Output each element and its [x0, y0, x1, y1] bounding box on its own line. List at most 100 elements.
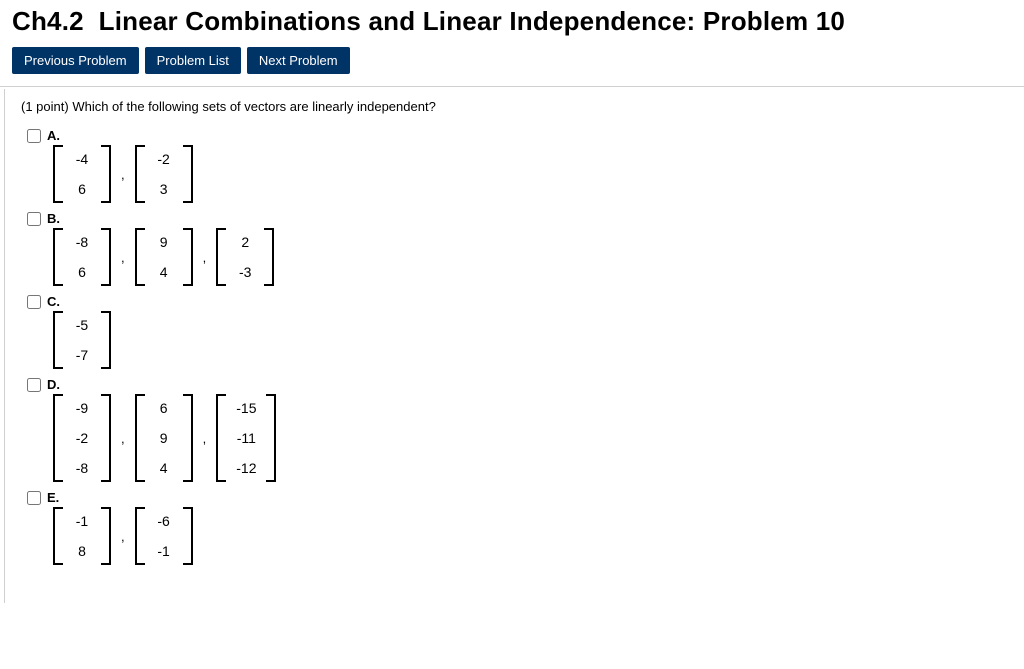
vector-separator: , [201, 431, 209, 446]
vector-entry: -3 [236, 264, 254, 280]
vector: -15 -11 -12 [216, 394, 276, 482]
vector-entry: 9 [155, 234, 173, 250]
vector-separator: , [119, 167, 127, 182]
vector-separator: , [119, 529, 127, 544]
problem-content: (1 point) Which of the following sets of… [4, 89, 1024, 603]
question-points: (1 point) [21, 99, 69, 114]
left-bracket-icon [53, 228, 63, 286]
vector-column: -8 6 [63, 228, 101, 286]
left-bracket-icon [53, 145, 63, 203]
option-checkbox[interactable] [27, 491, 41, 505]
left-bracket-icon [53, 394, 63, 482]
vector-column: -1 8 [63, 507, 101, 565]
option-checkbox[interactable] [27, 378, 41, 392]
vector-entry: -8 [73, 234, 91, 250]
vector-column: 694 [145, 394, 183, 482]
vector-column: 94 [145, 228, 183, 286]
vectors-row: -9-2-8,694,-15-11-12 [53, 394, 1008, 482]
vector-entry: 6 [73, 181, 91, 197]
vector-separator: , [201, 250, 209, 265]
vector-entry: 8 [73, 543, 91, 559]
left-bracket-icon [53, 507, 63, 565]
vector-entry: -12 [236, 460, 256, 476]
right-bracket-icon [264, 228, 274, 286]
option-block: C. -5 -7 [27, 294, 1008, 369]
left-bracket-icon [135, 394, 145, 482]
option-label: D. [47, 377, 60, 392]
left-bracket-icon [216, 228, 226, 286]
option-block: A. -4 6, -2 3 [27, 128, 1008, 203]
vector-entry: -2 [155, 151, 173, 167]
left-bracket-icon [53, 311, 63, 369]
vector-column: -2 3 [145, 145, 183, 203]
vector-column: -15 -11 -12 [226, 394, 266, 482]
option-head: C. [27, 294, 1008, 309]
vector-entry: 3 [155, 181, 173, 197]
next-problem-button[interactable]: Next Problem [247, 47, 350, 74]
vector-entry: -8 [73, 460, 91, 476]
option-block: D.-9-2-8,694,-15-11-12 [27, 377, 1008, 482]
option-label: C. [47, 294, 60, 309]
right-bracket-icon [183, 507, 193, 565]
vector: 94 [135, 228, 193, 286]
vector-column: -9 -2 -8 [63, 394, 101, 482]
previous-problem-button[interactable]: Previous Problem [12, 47, 139, 74]
option-checkbox[interactable] [27, 212, 41, 226]
vector-entry: 2 [236, 234, 254, 250]
vector: -2 3 [135, 145, 193, 203]
vector-column: -5 -7 [63, 311, 101, 369]
page-title: Ch4.2 Linear Combinations and Linear Ind… [0, 0, 1024, 47]
option-checkbox[interactable] [27, 295, 41, 309]
vector-entry: -2 [73, 430, 91, 446]
vectors-row: -5 -7 [53, 311, 1008, 369]
vector-entry: 4 [155, 264, 173, 280]
vectors-row: -4 6, -2 3 [53, 145, 1008, 203]
vector-separator: , [119, 250, 127, 265]
vector-entry: -1 [155, 543, 173, 559]
problem-list-button[interactable]: Problem List [145, 47, 241, 74]
option-block: E. -1 8, -6 -1 [27, 490, 1008, 565]
left-bracket-icon [135, 145, 145, 203]
vector-column: 2 -3 [226, 228, 264, 286]
option-head: A. [27, 128, 1008, 143]
vector-entry: -6 [155, 513, 173, 529]
vector-separator: , [119, 431, 127, 446]
option-head: E. [27, 490, 1008, 505]
left-bracket-icon [216, 394, 226, 482]
vector-entry: 9 [155, 430, 173, 446]
nav-bar: Previous Problem Problem List Next Probl… [0, 47, 1024, 87]
vector-entry: -11 [236, 430, 256, 446]
option-label: A. [47, 128, 60, 143]
vector-entry: -15 [236, 400, 256, 416]
vector-entry: 4 [155, 460, 173, 476]
vector-entry: 6 [73, 264, 91, 280]
vector-entry: -5 [73, 317, 91, 333]
option-label: E. [47, 490, 59, 505]
right-bracket-icon [183, 228, 193, 286]
vectors-row: -1 8, -6 -1 [53, 507, 1008, 565]
vector: -4 6 [53, 145, 111, 203]
right-bracket-icon [101, 311, 111, 369]
option-checkbox[interactable] [27, 129, 41, 143]
vectors-row: -86,94,2-3 [53, 228, 1008, 286]
right-bracket-icon [101, 228, 111, 286]
option-head: D. [27, 377, 1008, 392]
vector: -6 -1 [135, 507, 193, 565]
right-bracket-icon [101, 145, 111, 203]
vector-column: -6 -1 [145, 507, 183, 565]
left-bracket-icon [135, 507, 145, 565]
vector-entry: -1 [73, 513, 91, 529]
vector-column: -4 6 [63, 145, 101, 203]
vector: -1 8 [53, 507, 111, 565]
right-bracket-icon [183, 394, 193, 482]
vector-entry: -4 [73, 151, 91, 167]
vector: 2 -3 [216, 228, 274, 286]
vector-entry: -7 [73, 347, 91, 363]
right-bracket-icon [183, 145, 193, 203]
vector: -5 -7 [53, 311, 111, 369]
vector-entry: -9 [73, 400, 91, 416]
vector: -9 -2 -8 [53, 394, 111, 482]
right-bracket-icon [266, 394, 276, 482]
question-body: Which of the following sets of vectors a… [69, 99, 436, 114]
option-label: B. [47, 211, 60, 226]
